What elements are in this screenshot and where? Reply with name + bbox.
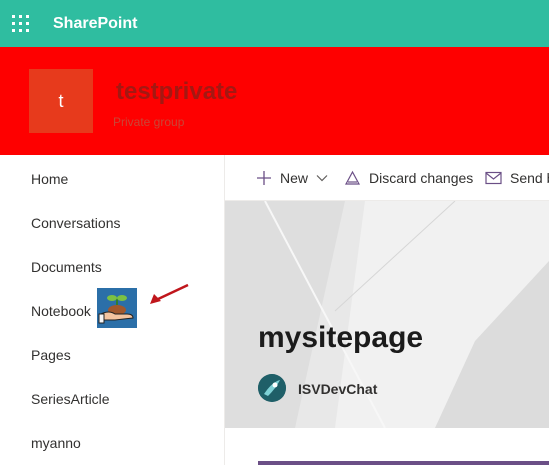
nav-item-notebook[interactable]: Notebook [31,301,91,321]
nav-item-seriesarticle[interactable]: SeriesArticle [31,389,110,409]
send-button[interactable]: Send b [485,168,549,188]
site-title[interactable]: testprivate [116,78,237,106]
discard-changes-button[interactable]: Discard changes [344,168,473,188]
plus-icon [257,171,271,185]
discard-icon [344,170,361,185]
nav-item-home[interactable]: Home [31,169,68,189]
discard-changes-label: Discard changes [369,170,474,186]
site-header: t testprivate Private group [0,47,549,155]
site-logo[interactable]: t [29,69,93,133]
sharepoint-brand-link[interactable]: SharePoint [53,14,137,34]
nav-item-myanno[interactable]: myanno [31,433,81,453]
page-title: mysitepage [258,321,424,354]
author-avatar[interactable] [258,374,286,402]
new-label: New [280,170,309,186]
site-subtitle: Private group [113,115,185,129]
suite-bar: SharePoint [0,0,549,47]
red-arrow-icon [144,282,192,308]
nav-item-pages[interactable]: Pages [31,345,71,365]
command-bar: New Discard changes Send b [225,155,549,201]
nav-item-conversations[interactable]: Conversations [31,213,121,233]
send-label: Send b [510,170,549,186]
content-accent-line [258,461,549,465]
new-button[interactable]: New [256,168,328,188]
plant-in-hand-icon [97,288,137,328]
nav-item-documents[interactable]: Documents [31,257,102,277]
chevron-down-icon [316,175,328,182]
app-launcher-icon[interactable] [11,14,31,34]
mail-icon [485,171,502,185]
author-name[interactable]: ISVDevChat [298,380,377,398]
